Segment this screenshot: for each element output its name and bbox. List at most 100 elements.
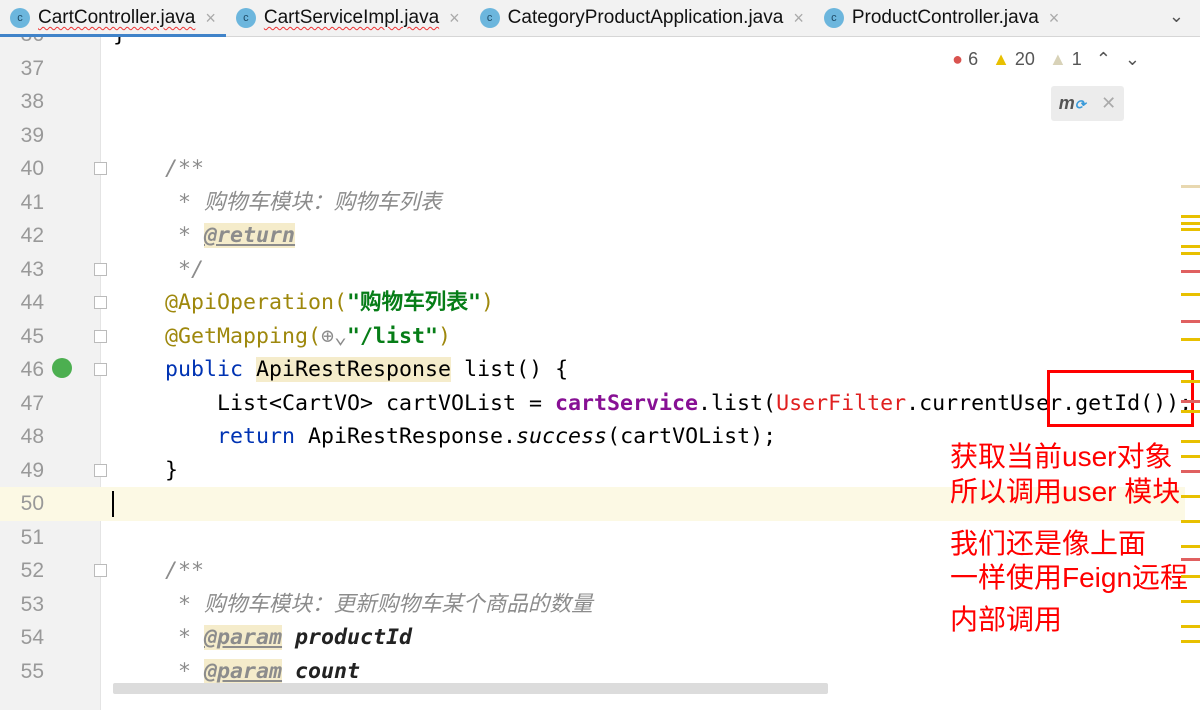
next-problem-icon[interactable]: ⌄ [1125, 49, 1140, 70]
stripe-marker[interactable] [1181, 293, 1200, 296]
horizontal-scrollbar[interactable] [113, 683, 828, 694]
stripe-marker[interactable] [1181, 545, 1200, 548]
code-token: * 购物车模块：购物车列表 [113, 189, 442, 215]
stripe-marker[interactable] [1181, 270, 1200, 273]
chevron-down-icon[interactable]: ⌄ [1169, 6, 1184, 27]
code-token: ⊕⌄ [321, 323, 348, 349]
maven-reload-button[interactable]: m⟳ ✕ [1051, 86, 1124, 121]
code-token: /** [113, 558, 205, 583]
close-tab-icon[interactable]: × [205, 8, 216, 29]
stripe-marker[interactable] [1181, 222, 1200, 225]
fold-icon[interactable] [94, 564, 107, 577]
code-token: } [113, 37, 126, 47]
error-icon: ● [952, 49, 964, 69]
tab-cartserviceimpl[interactable]: c CartServiceImpl.java × [226, 0, 470, 36]
line-number: 48 [20, 425, 44, 448]
tab-cartcontroller[interactable]: c CartController.java × [0, 0, 226, 37]
fold-icon[interactable] [94, 262, 107, 276]
error-count[interactable]: ● 6 [952, 49, 978, 70]
stripe-marker[interactable] [1181, 185, 1200, 188]
code-line[interactable]: 39 [0, 119, 1185, 153]
code-line[interactable]: 44 @ApiOperation("购物车列表") [0, 286, 1185, 320]
code-token: ) [481, 290, 495, 315]
line-number: 46 [20, 358, 44, 381]
line-number: 49 [20, 458, 44, 482]
stripe-marker[interactable] [1181, 455, 1200, 458]
previous-problem-icon[interactable]: ⌃ [1096, 49, 1111, 70]
warning-icon: ▲ [992, 49, 1010, 69]
close-icon[interactable]: ✕ [1101, 93, 1116, 114]
stripe-marker[interactable] [1181, 400, 1200, 403]
fold-icon[interactable] [94, 296, 107, 309]
code-line[interactable]: 41 * 购物车模块：购物车列表 [0, 186, 1185, 220]
line-number: 55 [20, 659, 44, 683]
code-token: cartService [555, 390, 699, 416]
code-token: ) [438, 323, 452, 349]
stripe-marker[interactable] [1181, 245, 1200, 248]
code-token: @GetMapping( [113, 323, 322, 349]
code-token: list() { [451, 357, 569, 382]
line-number: 41 [20, 190, 44, 214]
line-number: 37 [20, 56, 44, 80]
fold-icon[interactable] [94, 162, 107, 175]
line-number: 38 [20, 90, 44, 113]
code-token: (cartVOList); [607, 424, 777, 449]
stripe-marker[interactable] [1181, 575, 1200, 578]
weak-warning-icon: ▲ [1048, 49, 1067, 69]
code-line[interactable]: 42 * @return [0, 219, 1185, 253]
code-token: @param [204, 625, 283, 650]
stripe-marker[interactable] [1181, 440, 1200, 443]
warning-count[interactable]: ▲ 20 [992, 49, 1035, 70]
code-token: } [113, 457, 179, 483]
tab-productcontroller[interactable]: c ProductController.java × [814, 0, 1069, 36]
line-number: 51 [20, 525, 44, 549]
line-number: 44 [20, 291, 44, 314]
tab-categoryproductapplication[interactable]: c CategoryProductApplication.java × [470, 0, 814, 36]
line-number: 53 [20, 592, 44, 616]
close-tab-icon[interactable]: × [449, 8, 460, 29]
code-line[interactable]: 43 */ [0, 253, 1185, 287]
code-token: */ [113, 256, 205, 282]
stripe-marker[interactable] [1181, 558, 1200, 561]
editor-tab-bar: c CartController.java × c CartServiceImpl.ja… [0, 0, 1200, 37]
inspection-status[interactable]: ● 6 ▲ 20 ▲ 1 ⌃ ⌄ [952, 49, 1140, 70]
stripe-marker[interactable] [1181, 640, 1200, 643]
code-line[interactable]: 47 List<CartVO> cartVOList = cartService… [0, 387, 1192, 421]
fold-icon[interactable] [94, 363, 107, 376]
line-number: 47 [20, 391, 44, 415]
stripe-marker[interactable] [1181, 215, 1200, 218]
stripe-marker[interactable] [1181, 380, 1200, 383]
stripe-marker[interactable] [1181, 600, 1200, 603]
stripe-marker[interactable] [1181, 470, 1200, 473]
fold-icon[interactable] [94, 463, 107, 477]
stripe-marker[interactable] [1181, 520, 1200, 523]
java-class-icon: c [823, 8, 844, 28]
run-gutter-icon[interactable] [52, 358, 72, 378]
stripe-marker[interactable] [1181, 228, 1200, 231]
stripe-marker[interactable] [1181, 410, 1200, 413]
line-number: 45 [20, 324, 44, 348]
weak-warning-count[interactable]: ▲ 1 [1049, 49, 1082, 70]
stripe-marker[interactable] [1181, 625, 1200, 628]
code-token: @return [204, 223, 296, 248]
code-line[interactable]: 45 @GetMapping(⊕⌄"/list") [0, 320, 1185, 354]
code-token: "购物车列表" [347, 290, 481, 315]
java-class-icon: c [479, 8, 500, 28]
code-line[interactable]: 40 /** [0, 152, 1185, 186]
code-line[interactable]: 46 public ApiRestResponse list() { [0, 353, 1185, 387]
stripe-marker[interactable] [1181, 320, 1200, 323]
annotation-text: 一样使用Feign远程 [950, 562, 1189, 593]
fold-icon[interactable] [94, 329, 107, 343]
close-tab-icon[interactable]: × [793, 8, 804, 29]
stripe-marker[interactable] [1181, 338, 1200, 341]
code-token: List<CartVO> cartVOList = [113, 390, 556, 416]
stripe-marker[interactable] [1181, 252, 1200, 255]
maven-reload-icon: m⟳ [1058, 93, 1086, 113]
close-tab-icon[interactable]: × [1049, 8, 1060, 29]
line-number: 40 [20, 157, 44, 180]
code-line[interactable]: 38 [0, 85, 1185, 119]
code-token: /** [113, 156, 205, 181]
stripe-marker[interactable] [1181, 495, 1200, 498]
